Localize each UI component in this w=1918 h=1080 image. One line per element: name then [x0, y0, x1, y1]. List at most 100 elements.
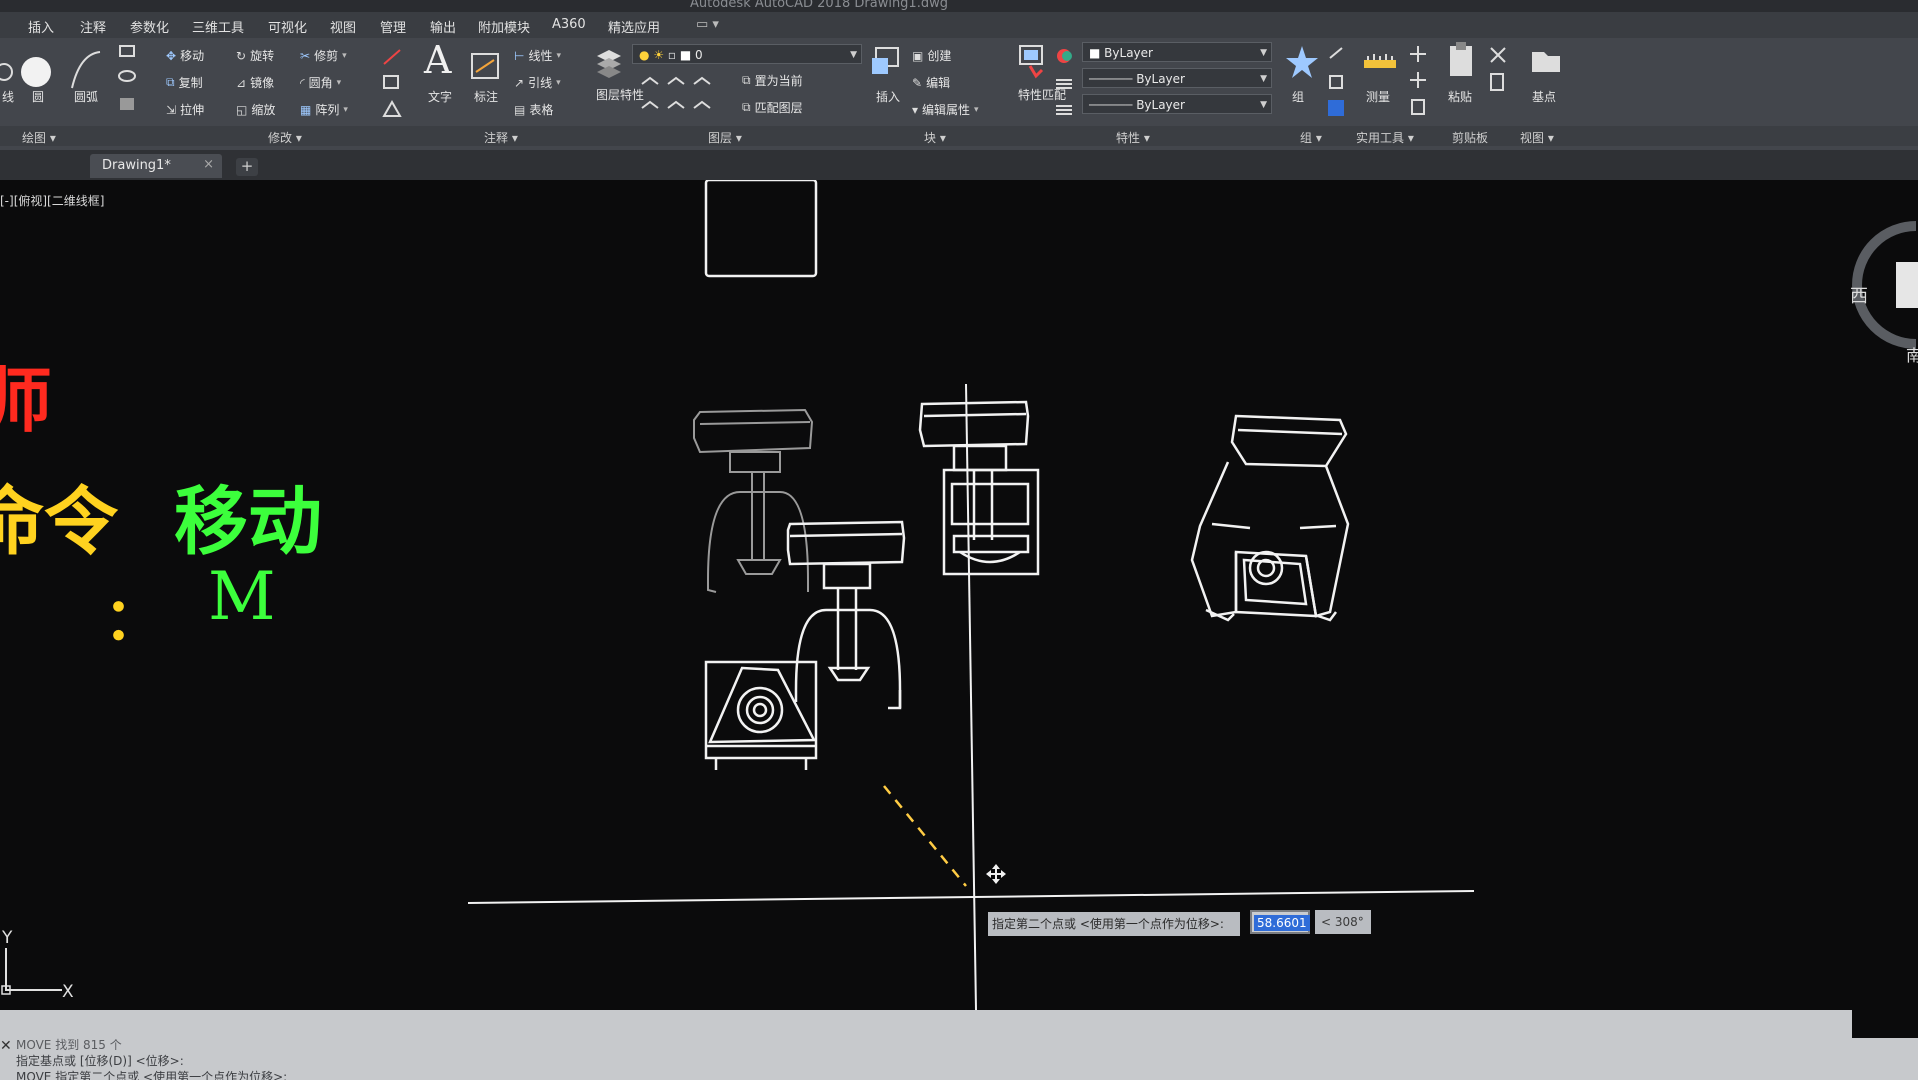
- linear-dim-icon: ⊢: [514, 48, 525, 63]
- utility-tool-icons[interactable]: [1408, 44, 1428, 124]
- knob-assembly-front: [704, 180, 906, 770]
- match-layer-button[interactable]: ⧉ 匹配图层: [742, 99, 803, 116]
- layer-dropdown[interactable]: ● ☀ ▫ ■ 0 ▼: [632, 44, 862, 64]
- edit-attributes-icon: ▾: [912, 102, 919, 117]
- group-tool-icons[interactable]: [1326, 46, 1348, 126]
- move-button[interactable]: ✥ 移动: [166, 47, 204, 64]
- panel-annotation[interactable]: 注释 ▾: [484, 129, 518, 146]
- color-value: ByLayer: [1104, 46, 1153, 60]
- table-label: 表格: [529, 103, 554, 117]
- panel-layers[interactable]: 图层 ▾: [708, 129, 742, 146]
- menu-output[interactable]: 输出: [430, 17, 456, 36]
- insert-block-icon[interactable]: [870, 44, 904, 80]
- close-icon[interactable]: ×: [203, 157, 214, 172]
- dimension-icon[interactable]: [470, 48, 502, 84]
- crosshair-horizontal: [467, 890, 1475, 904]
- menu-addins[interactable]: 附加模块: [478, 17, 530, 36]
- linetype-dropdown[interactable]: ────── ByLayer ▼: [1082, 68, 1272, 88]
- lineweight-dropdown[interactable]: ────── ByLayer ▼: [1082, 94, 1272, 114]
- menu-insert[interactable]: 插入: [28, 17, 54, 36]
- edit-block-label: 编辑: [926, 76, 951, 90]
- modify-extra-icons[interactable]: [380, 46, 404, 126]
- copy-button[interactable]: ⧉ 复制: [166, 74, 203, 91]
- create-block-button[interactable]: ▣ 创建: [912, 47, 951, 64]
- group-icon[interactable]: [1284, 44, 1320, 84]
- angle-input[interactable]: < 308°: [1315, 910, 1371, 934]
- create-block-label: 创建: [927, 49, 952, 63]
- panel-draw[interactable]: 绘图 ▾: [22, 129, 56, 146]
- move-cursor-icon: [986, 864, 1006, 884]
- tab-drawing1[interactable]: Drawing1* ×: [90, 154, 222, 178]
- linear-dim-button[interactable]: ⊢ 线性 ▾: [514, 47, 561, 64]
- panel-modify[interactable]: 修改 ▾: [268, 129, 302, 146]
- trim-icon: ✂: [300, 48, 311, 63]
- new-tab-button[interactable]: +: [236, 158, 258, 176]
- measure-icon[interactable]: [1362, 46, 1398, 78]
- panel-properties[interactable]: 特性 ▾: [1116, 129, 1150, 146]
- menu-3d-tools[interactable]: 三维工具: [192, 17, 244, 36]
- trim-button[interactable]: ✂ 修剪 ▾: [300, 47, 347, 64]
- linear-dim-label: 线性: [528, 49, 553, 63]
- menu-visualize[interactable]: 可视化: [268, 17, 307, 36]
- panel-clipboard[interactable]: 剪贴板: [1452, 129, 1488, 146]
- autocad-window: Autodesk AutoCAD 2018 Drawing1.dwg 插入 注释…: [0, 0, 1918, 1080]
- draw-circle-label: 圆: [32, 90, 45, 104]
- panel-utilities[interactable]: 实用工具 ▾: [1356, 129, 1414, 146]
- mirror-button[interactable]: ⊿ 镜像: [236, 74, 274, 91]
- layer-tool-icons[interactable]: [640, 70, 732, 116]
- panel-view[interactable]: 视图 ▾: [1520, 129, 1554, 146]
- layer-properties-icon[interactable]: [594, 46, 624, 80]
- ucs-y-label: Y: [2, 928, 13, 948]
- menu-featured-apps[interactable]: 精选应用: [608, 17, 660, 36]
- leader-button[interactable]: ↗ 引线 ▾: [514, 74, 561, 91]
- command-line-close-icon[interactable]: ✕: [0, 1038, 12, 1054]
- edit-block-button[interactable]: ✎ 编辑: [912, 74, 950, 91]
- set-current-button[interactable]: ⧉ 置为当前: [742, 72, 803, 89]
- stretch-button[interactable]: ⇲ 拉伸: [166, 101, 204, 118]
- text-tool-icon[interactable]: A: [424, 38, 451, 82]
- panel-groups[interactable]: 组 ▾: [1300, 129, 1322, 146]
- drawing-area[interactable]: [-][俯视][二维线框] 师 命令 移动 ： M 西 南 指定第二个点或 <使…: [0, 180, 1918, 1010]
- menu-parametric[interactable]: 参数化: [130, 17, 169, 36]
- table-button[interactable]: ▤ 表格: [514, 101, 553, 118]
- menu-a360[interactable]: A360: [552, 17, 586, 32]
- command-line[interactable]: ✕ MOVE 找到 815 个 指定基点或 [位移(D)] <位移>: MOVE…: [0, 1010, 1918, 1080]
- insert-block-label: 插入: [876, 90, 901, 104]
- rotate-button[interactable]: ↻ 旋转: [236, 47, 274, 64]
- mirror-label: 镜像: [250, 76, 275, 90]
- leader-label: 引线: [528, 76, 553, 90]
- distance-input[interactable]: 58.6601: [1250, 910, 1310, 934]
- set-current-icon: ⧉: [742, 73, 751, 87]
- tab-drawing1-label: Drawing1*: [102, 158, 171, 173]
- color-dropdown[interactable]: ■ ByLayer ▼: [1082, 42, 1272, 62]
- draw-arc-label: 圆弧: [74, 90, 99, 104]
- draw-extra-icons[interactable]: [118, 42, 148, 122]
- property-icons: [1056, 49, 1072, 115]
- match-properties-icon[interactable]: [1016, 44, 1048, 80]
- menu-manage[interactable]: 管理: [380, 17, 406, 36]
- color-swatch: ■: [1089, 46, 1101, 60]
- scale-button[interactable]: ◱ 缩放: [236, 101, 275, 118]
- paste-icon[interactable]: [1446, 40, 1476, 80]
- match-layer-label: 匹配图层: [754, 101, 803, 115]
- lightbulb-icon: ●: [639, 48, 650, 62]
- panel-block[interactable]: 块 ▾: [924, 129, 946, 146]
- edit-attributes-label: 编辑属性: [922, 103, 971, 117]
- fillet-button[interactable]: ◜ 圆角 ▾: [300, 74, 341, 91]
- base-view-icon[interactable]: [1530, 44, 1562, 74]
- menu-annotate[interactable]: 注释: [80, 17, 106, 36]
- scale-icon: ◱: [236, 102, 248, 117]
- leader-icon: ↗: [514, 75, 525, 90]
- array-button[interactable]: ▦ 阵列 ▾: [300, 101, 348, 118]
- document-tab-bar: Drawing1* × +: [0, 150, 1918, 180]
- command-line-right-edge: [1852, 1010, 1918, 1038]
- rotate-icon: ↻: [236, 48, 247, 63]
- edit-attributes-button[interactable]: ▾ 编辑属性 ▾: [912, 101, 979, 118]
- draw-tools-icon[interactable]: [0, 48, 110, 118]
- table-icon: ▤: [514, 102, 526, 117]
- edit-block-icon: ✎: [912, 75, 923, 90]
- menu-extra-icon[interactable]: ▭ ▾: [696, 17, 719, 32]
- menu-view[interactable]: 视图: [330, 17, 356, 36]
- dimension-label: 标注: [474, 90, 499, 104]
- clipboard-tool-icons[interactable]: [1488, 44, 1508, 100]
